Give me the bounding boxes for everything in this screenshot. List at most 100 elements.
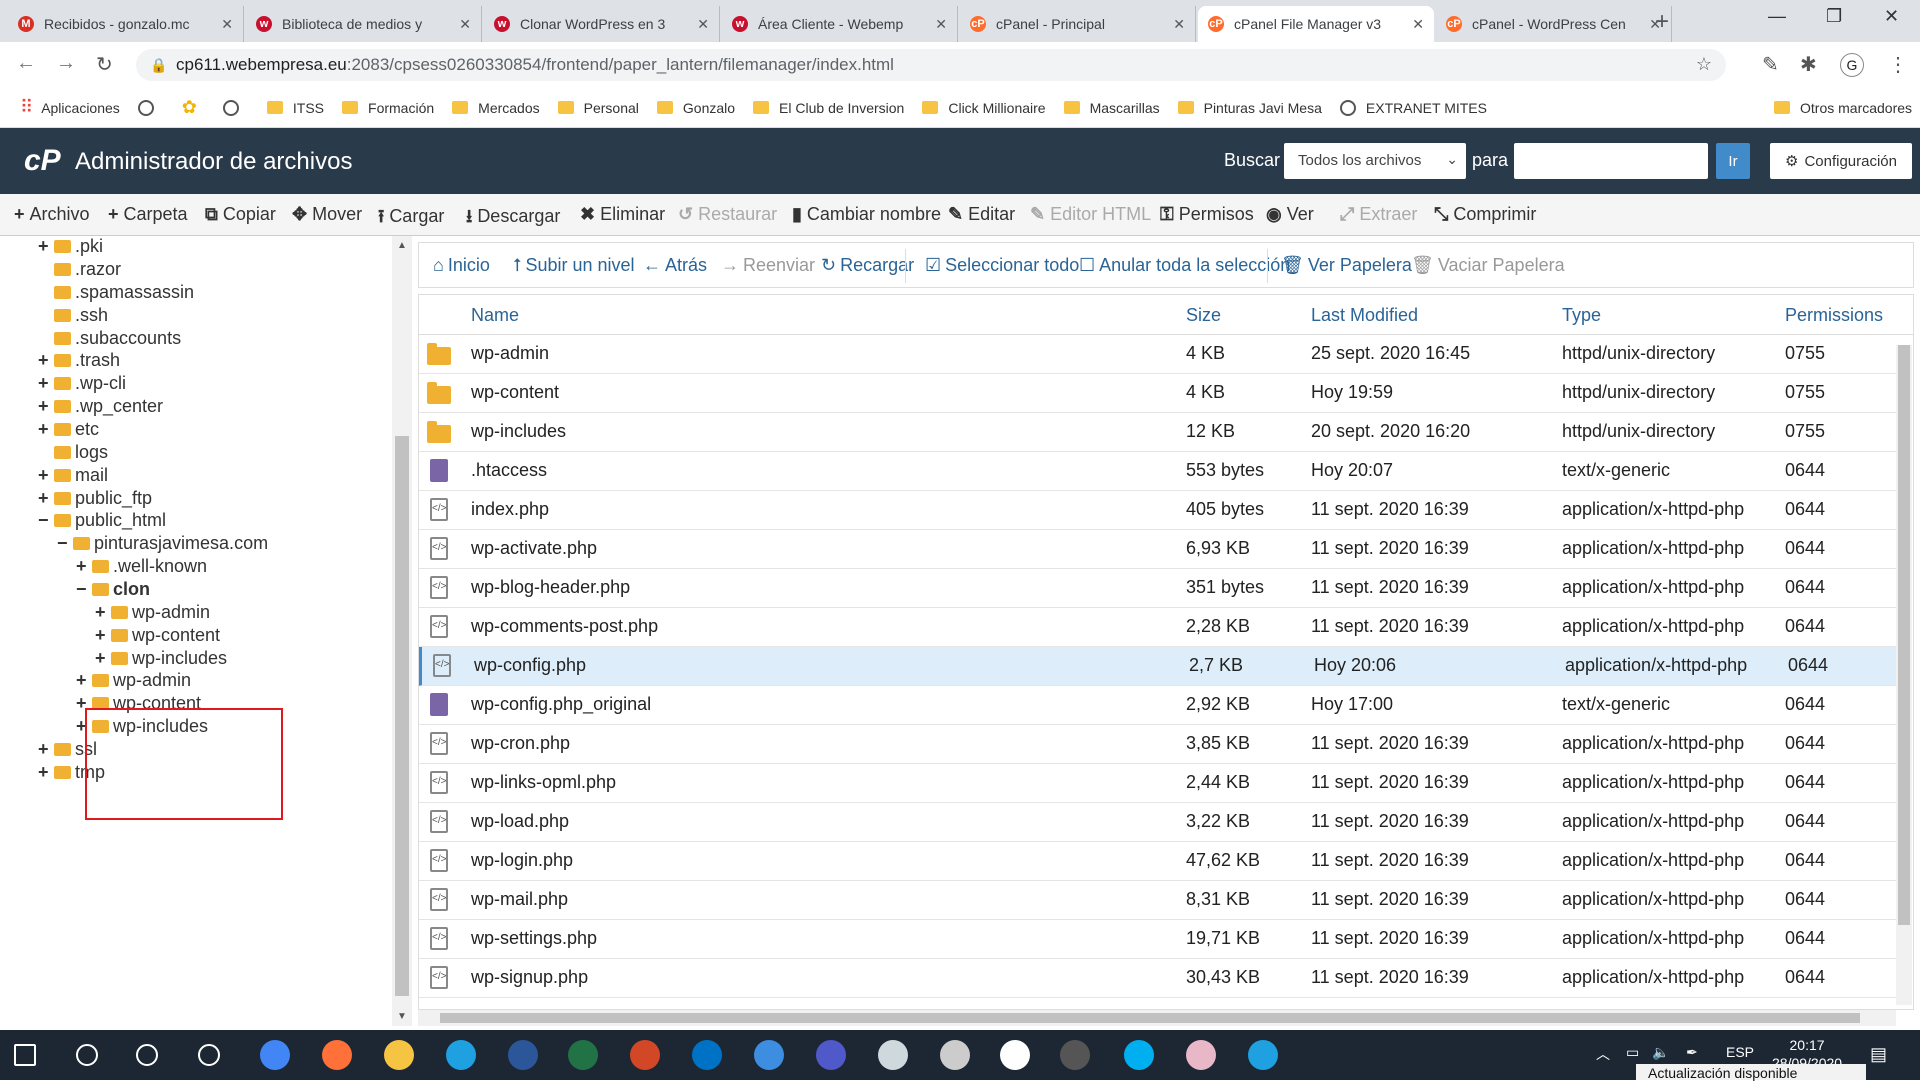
expand-icon[interactable]: +: [38, 739, 52, 760]
table-row[interactable]: </> wp-activate.php 6,93 KB 11 sept. 2020 1…: [419, 530, 1897, 569]
notification-icon[interactable]: ▤: [1870, 1044, 1887, 1065]
table-row[interactable]: </> wp-comments-post.php 2,28 KB 11 sept. 2…: [419, 608, 1897, 647]
toolbar-editor-html-button[interactable]: ✎ Editor HTML: [1030, 204, 1151, 225]
toolbar-carpeta-button[interactable]: + Carpeta: [108, 204, 188, 225]
volume-icon[interactable]: 🔈: [1652, 1044, 1669, 1061]
expand-icon[interactable]: +: [38, 488, 52, 509]
nav-recargar-button[interactable]: ↻ Recargar: [821, 255, 914, 276]
file-name[interactable]: wp-config.php_original: [471, 694, 651, 715]
table-row[interactable]: </> wp-mail.php 8,31 KB 11 sept. 2020 16:39…: [419, 881, 1897, 920]
other-bookmarks[interactable]: Otros marcadores: [1774, 100, 1912, 116]
new-tab-button[interactable]: +: [1655, 8, 1669, 36]
bulb-icon[interactable]: [1000, 1040, 1030, 1070]
table-row[interactable]: wp-content 4 KB Hoy 19:59 httpd/unix-direct…: [419, 374, 1897, 413]
scroll-up-icon[interactable]: ▲: [397, 240, 407, 251]
avatar[interactable]: G: [1840, 53, 1864, 77]
url-input[interactable]: 🔒 cp611.webempresa.eu:2083/cpsess0260330…: [136, 49, 1726, 81]
expand-icon[interactable]: +: [38, 465, 52, 486]
browser-tab[interactable]: w Clonar WordPress en 3 ✕: [484, 6, 720, 42]
expand-icon[interactable]: +: [38, 236, 52, 257]
chrome-icon[interactable]: [260, 1040, 290, 1070]
nav-vaciar-papelera-button[interactable]: 🗑 Vaciar Papelera: [1411, 255, 1565, 276]
toolbar-restaurar-button[interactable]: ↺ Restaurar: [678, 204, 777, 225]
tree-scrollbar[interactable]: ▲ ▼: [392, 236, 412, 1026]
file-name[interactable]: wp-login.php: [471, 850, 573, 871]
search-icon[interactable]: [76, 1044, 98, 1066]
browser-tab[interactable]: cP cPanel File Manager v3 ✕: [1198, 6, 1434, 42]
firefox-icon[interactable]: [322, 1040, 352, 1070]
file-name[interactable]: wp-mail.php: [471, 889, 568, 910]
bookmark-item[interactable]: ITSS: [266, 100, 324, 116]
close-icon[interactable]: ✕: [459, 16, 471, 33]
back-icon[interactable]: ←: [16, 52, 36, 75]
nav-inicio-button[interactable]: ⌂ Inicio: [433, 255, 490, 276]
toolbar-extraer-button[interactable]: ⤢ Extraer: [1340, 204, 1417, 225]
nav-seleccionar-todo-button[interactable]: ☑ Seleccionar todo: [925, 255, 1079, 276]
table-row[interactable]: </> wp-links-opml.php 2,44 KB 11 sept. 2020…: [419, 764, 1897, 803]
skype-icon[interactable]: [1124, 1040, 1154, 1070]
cpanel-logo[interactable]: cP: [24, 144, 61, 178]
collapse-icon[interactable]: −: [57, 533, 71, 554]
horizontal-scrollbar[interactable]: [418, 1010, 1896, 1026]
forward-icon[interactable]: →: [56, 52, 76, 75]
language-indicator[interactable]: ESP: [1726, 1044, 1754, 1060]
nav-anular-toda-la-selección-button[interactable]: ☐ Anular toda la selección: [1079, 255, 1290, 276]
powerpoint-icon[interactable]: [630, 1040, 660, 1070]
toolbar-cambiar-nombre-button[interactable]: ▮ Cambiar nombre: [792, 204, 941, 225]
update-notification[interactable]: Actualización disponible: [1636, 1064, 1866, 1081]
paint-icon[interactable]: [878, 1040, 908, 1070]
toolbar-comprimir-button[interactable]: ⤡ Comprimir: [1434, 204, 1536, 225]
file-name[interactable]: wp-cron.php: [471, 733, 570, 754]
expand-icon[interactable]: +: [38, 419, 52, 440]
settings-icon[interactable]: [198, 1044, 220, 1066]
restore-icon[interactable]: ❐: [1826, 6, 1842, 27]
search-input[interactable]: [1514, 143, 1708, 179]
pen-icon[interactable]: ✒: [1686, 1044, 1698, 1061]
excel-icon[interactable]: [568, 1040, 598, 1070]
horizontal-scrollbar-thumb[interactable]: [440, 1013, 1860, 1023]
reload-icon[interactable]: ↻: [96, 52, 113, 77]
collapse-icon[interactable]: −: [38, 510, 52, 531]
battery-icon[interactable]: ▭: [1626, 1044, 1639, 1061]
toolbar-descargar-button[interactable]: ⭳ Descargar: [466, 204, 560, 234]
table-row[interactable]: </> wp-config.php 2,7 KB Hoy 20:06 applicati…: [419, 647, 1897, 686]
obs-icon[interactable]: [940, 1040, 970, 1070]
table-row[interactable]: </> wp-cron.php 3,85 KB 11 sept. 2020 16:39…: [419, 725, 1897, 764]
browser-tab[interactable]: cP cPanel - WordPress Cen ✕: [1436, 6, 1672, 42]
browser-tab[interactable]: w Biblioteca de medios y ✕: [246, 6, 482, 42]
close-window-icon[interactable]: ✕: [1884, 6, 1899, 27]
photos-icon[interactable]: [754, 1040, 784, 1070]
extension-icon[interactable]: ✎: [1762, 52, 1779, 77]
bookmark-item[interactable]: Click Millionaire: [922, 100, 1046, 116]
toolbar-ver-button[interactable]: ◉ Ver: [1266, 204, 1314, 225]
bookmark-item[interactable]: ⠿ Aplicaciones: [20, 97, 120, 118]
file-name[interactable]: wp-includes: [471, 421, 566, 442]
expand-icon[interactable]: +: [95, 648, 109, 669]
file-name[interactable]: wp-config.php: [474, 655, 586, 676]
table-row[interactable]: wp-admin 4 KB 25 sept. 2020 16:45 httpd/uni…: [419, 335, 1897, 374]
toolbar-archivo-button[interactable]: + Archivo: [14, 204, 90, 225]
toolbar-permisos-button[interactable]: ⚿ Permisos: [1160, 204, 1254, 225]
table-row[interactable]: wp-config.php_original 2,92 KB Hoy 17:00 te…: [419, 686, 1897, 725]
bookmark-item[interactable]: [137, 99, 164, 116]
paint3d-icon[interactable]: [1186, 1040, 1216, 1070]
file-name[interactable]: wp-activate.php: [471, 538, 597, 559]
column-header-permissions[interactable]: Permissions: [1785, 305, 1883, 326]
table-row[interactable]: </> wp-blog-header.php 351 bytes 11 sept. 2…: [419, 569, 1897, 608]
file-name[interactable]: wp-load.php: [471, 811, 569, 832]
column-header-name[interactable]: Name: [471, 305, 519, 326]
file-name[interactable]: wp-content: [471, 382, 559, 403]
table-scrollbar[interactable]: [1896, 345, 1912, 1005]
browser-tab[interactable]: cP cPanel - Principal ✕: [960, 6, 1196, 42]
expand-icon[interactable]: +: [76, 556, 90, 577]
browser-tab[interactable]: M Recibidos - gonzalo.mc ✕: [8, 6, 244, 42]
task-view-icon[interactable]: [136, 1044, 158, 1066]
nav-atrás-button[interactable]: ← Atrás: [643, 255, 707, 276]
toolbar-eliminar-button[interactable]: ✖ Eliminar: [580, 204, 665, 225]
bookmark-item[interactable]: Mascarillas: [1063, 100, 1160, 116]
chevron-up-icon[interactable]: ︿: [1596, 1044, 1610, 1064]
outlook-icon[interactable]: [692, 1040, 722, 1070]
expand-icon[interactable]: +: [95, 625, 109, 646]
file-name[interactable]: wp-comments-post.php: [471, 616, 658, 637]
table-scrollbar-thumb[interactable]: [1898, 345, 1910, 925]
